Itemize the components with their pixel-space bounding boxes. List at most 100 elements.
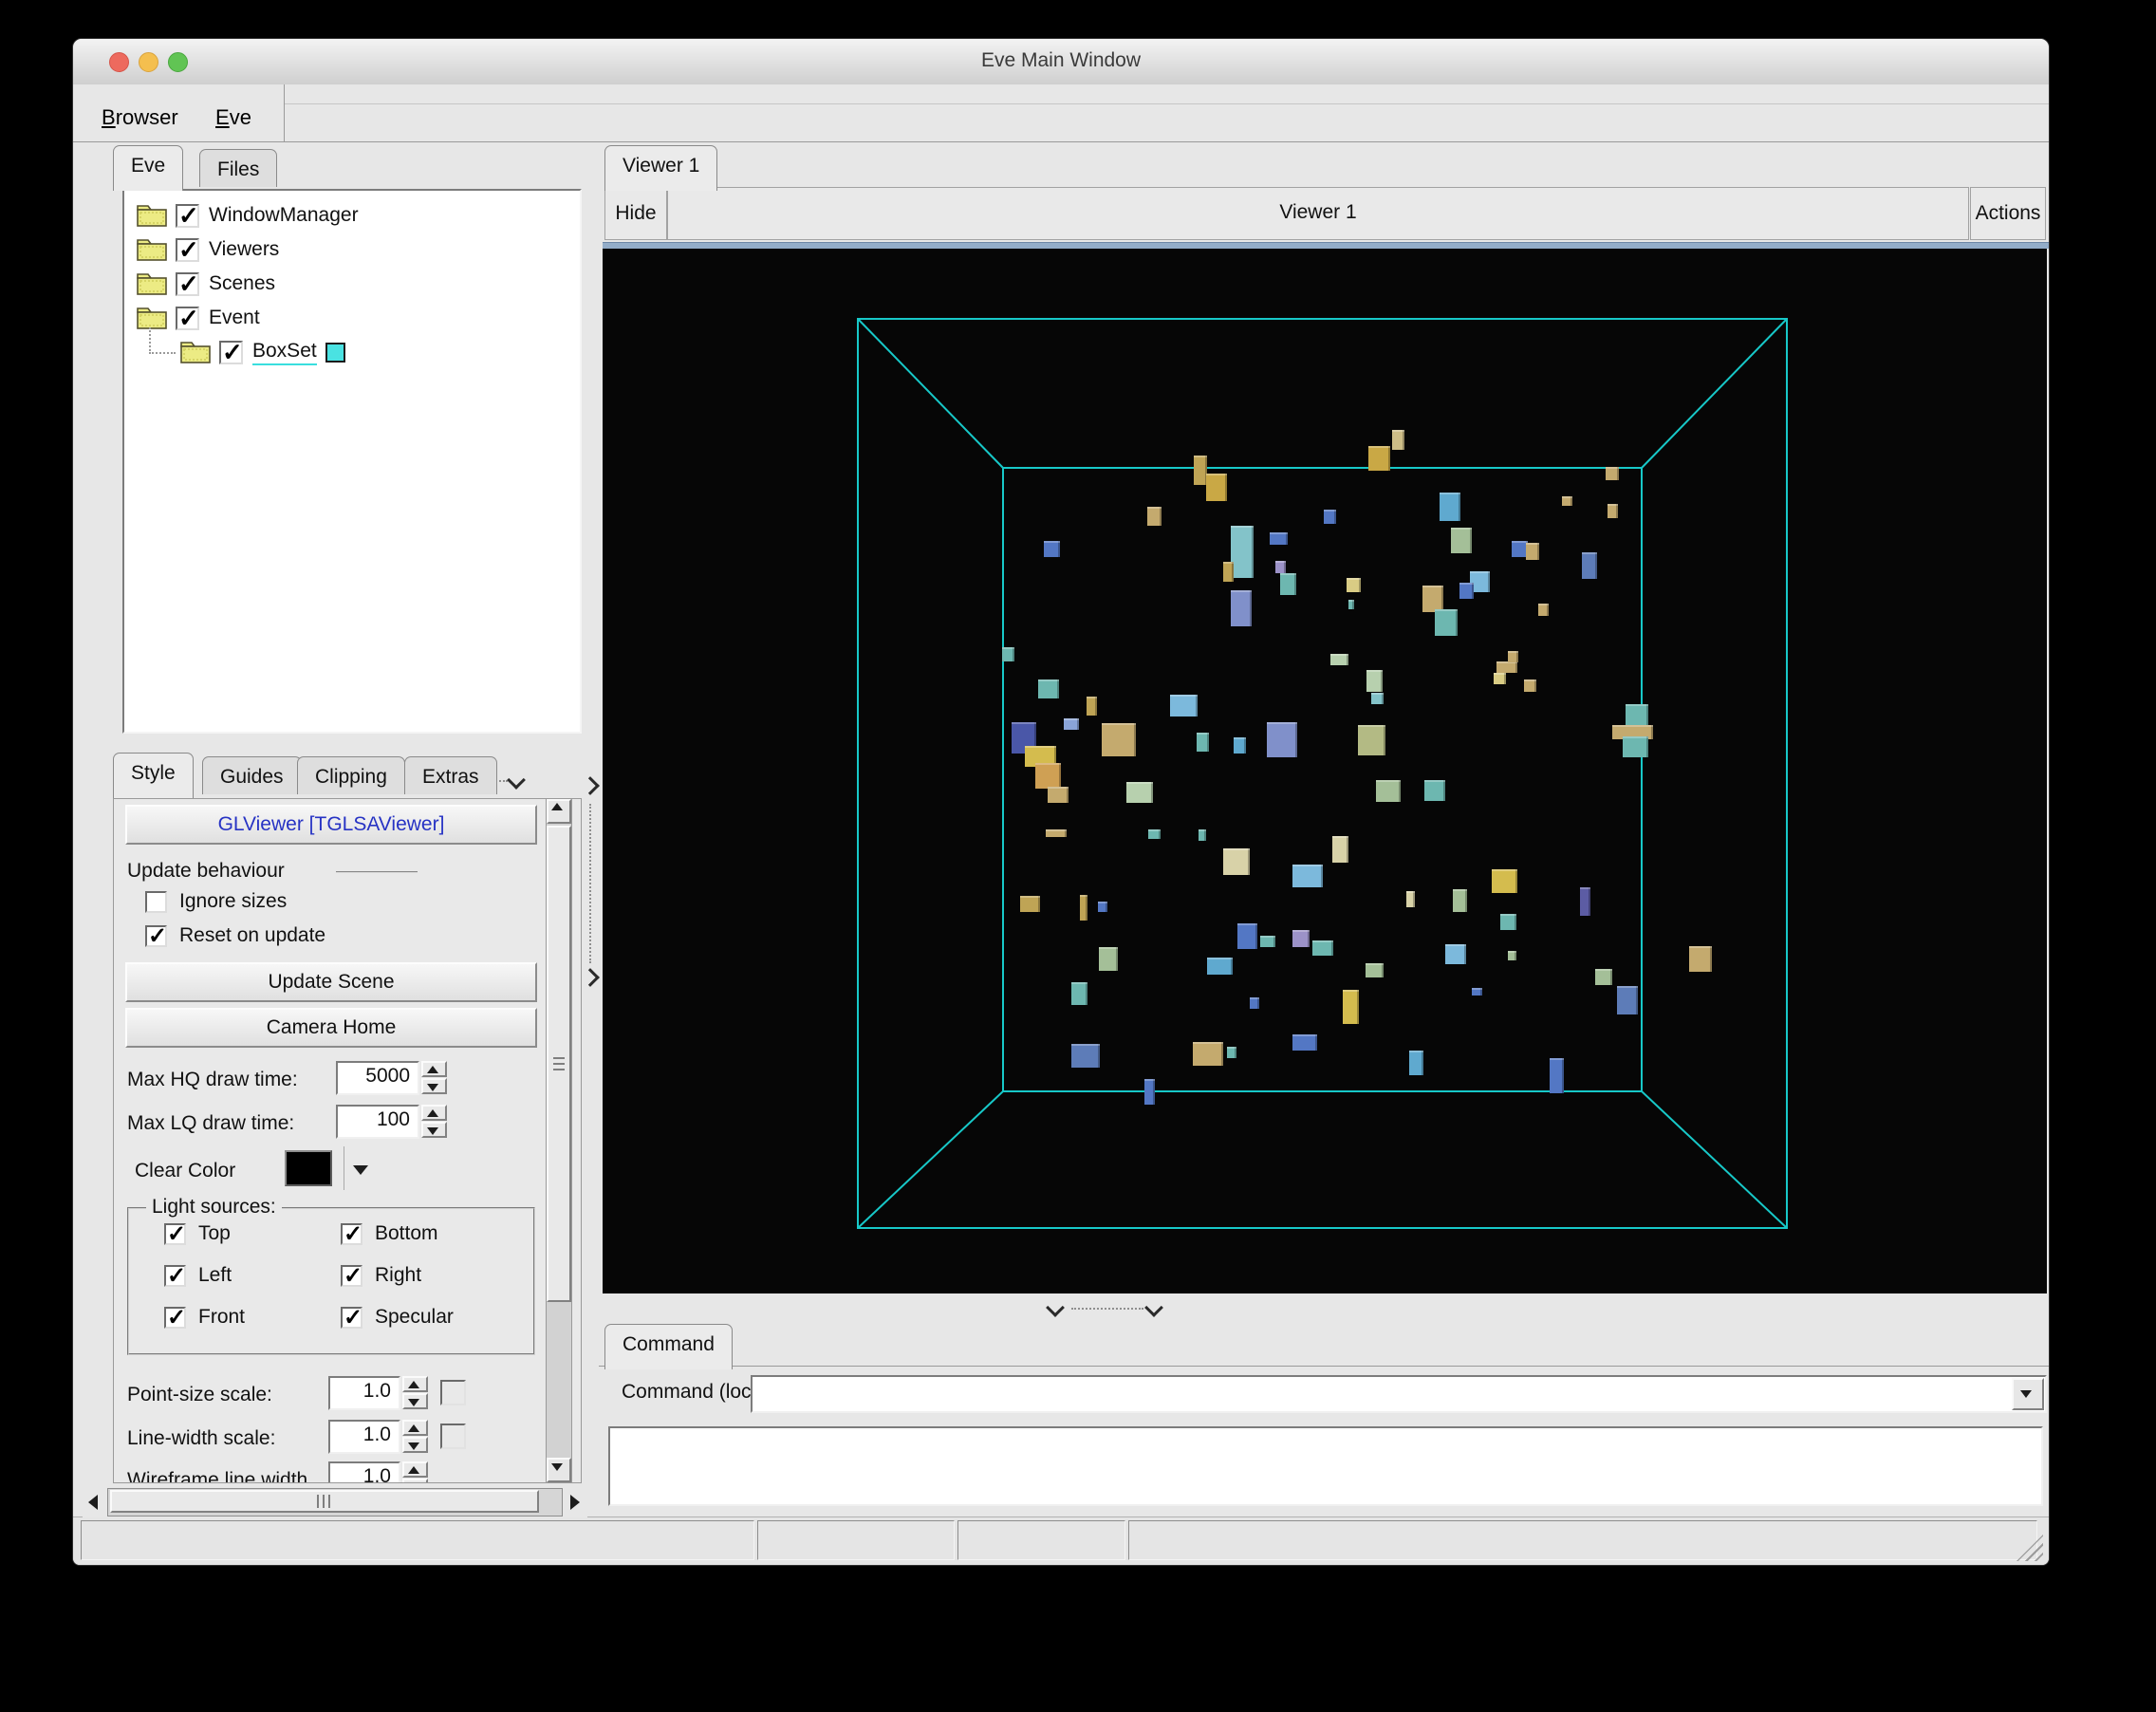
scene-box (1440, 493, 1460, 521)
hscrollbar-thumb[interactable] (110, 1490, 539, 1513)
spin-down-button[interactable] (421, 1078, 447, 1094)
light-top-row[interactable]: Top (152, 1220, 231, 1248)
light-right-row[interactable]: Right (328, 1262, 421, 1290)
max-hq-entry[interactable]: 5000 (336, 1061, 419, 1095)
ignore-sizes-checkbox-row[interactable]: Ignore sizes (133, 890, 287, 913)
max-hq-spinner[interactable] (421, 1061, 447, 1094)
clear-color-swatch[interactable] (285, 1150, 332, 1186)
tab-clipping[interactable]: Clipping (297, 756, 405, 794)
left-panel-hscrollbar[interactable] (83, 1487, 587, 1517)
tab-eve[interactable]: Eve (113, 145, 184, 191)
menu-eve[interactable]: Eve (215, 105, 251, 130)
vsplitter-arrow-bottom[interactable] (581, 968, 600, 987)
wireframe-width-entry[interactable]: 1.0 (328, 1461, 400, 1482)
dock-handle-bar[interactable] (603, 242, 2049, 249)
tree-item-checkbox[interactable] (176, 270, 199, 299)
hide-button[interactable]: Hide (604, 187, 667, 240)
light-front-checkbox[interactable] (164, 1304, 186, 1331)
spin-up-button[interactable] (402, 1461, 428, 1478)
command-dropdown-button[interactable] (2012, 1378, 2044, 1410)
tree-item-label[interactable]: WindowManager (209, 204, 359, 227)
wireframe-width-spinner[interactable] (402, 1461, 428, 1482)
vsplitter-dots[interactable] (589, 804, 591, 963)
tab-style[interactable]: Style (113, 753, 194, 798)
ignore-sizes-checkbox[interactable] (145, 890, 167, 913)
tree-item-checkbox[interactable] (176, 201, 199, 231)
command-output-area[interactable] (608, 1426, 2043, 1506)
vsplitter-arrow-top[interactable] (581, 776, 600, 795)
tree-item-checkbox[interactable] (176, 304, 199, 333)
scene-box (1099, 947, 1118, 971)
scene-box (1368, 446, 1390, 471)
light-specular-row[interactable]: Specular (328, 1304, 454, 1331)
spin-up-button[interactable] (402, 1420, 428, 1436)
point-size-spinner[interactable] (402, 1376, 428, 1409)
tree-item-viewers[interactable]: Viewers (124, 233, 580, 267)
reset-on-update-checkbox-row[interactable]: Reset on update (133, 922, 325, 950)
light-left-checkbox[interactable] (164, 1262, 186, 1290)
color-swatch[interactable] (325, 342, 345, 363)
splitter-arrow-right[interactable] (507, 771, 526, 790)
tree-item-boxset[interactable]: BoxSet (124, 327, 580, 369)
reset-on-update-checkbox[interactable] (145, 922, 167, 950)
spin-down-button[interactable] (402, 1393, 428, 1409)
spin-down-button[interactable] (402, 1437, 428, 1453)
tab-files[interactable]: Files (199, 149, 278, 187)
hsplitter-dots[interactable] (1071, 1308, 1143, 1310)
actions-button[interactable]: Actions (1970, 187, 2046, 240)
tab-extras[interactable]: Extras (404, 756, 497, 794)
tab-command[interactable]: Command (604, 1324, 733, 1369)
light-front-row[interactable]: Front (152, 1304, 245, 1331)
light-top-checkbox[interactable] (164, 1220, 186, 1248)
scene-box (1223, 562, 1234, 582)
tree-item-scenes[interactable]: Scenes (124, 267, 580, 301)
scene-box (1102, 723, 1136, 756)
clear-color-label: Clear Color (135, 1160, 236, 1182)
spin-down-button[interactable] (402, 1479, 428, 1482)
update-scene-button[interactable]: Update Scene (125, 962, 537, 1002)
tree-item-checkbox[interactable] (176, 235, 199, 265)
line-width-checkbox[interactable] (440, 1424, 466, 1449)
hsplitter-arrow-right[interactable] (1144, 1298, 1163, 1317)
tree-item-windowmanager[interactable]: WindowManager (124, 198, 580, 233)
command-input[interactable] (751, 1375, 2047, 1413)
spin-up-button[interactable] (421, 1105, 447, 1121)
point-size-entry[interactable]: 1.0 (328, 1376, 400, 1410)
scene-box (1406, 891, 1415, 907)
hscrollbar-track[interactable] (107, 1488, 563, 1517)
light-bottom-checkbox[interactable] (341, 1220, 362, 1248)
line-width-spinner[interactable] (402, 1420, 428, 1453)
spin-up-button[interactable] (421, 1061, 447, 1077)
tree-item-event[interactable]: Event (124, 301, 580, 335)
tree-item-checkbox[interactable] (219, 338, 243, 367)
max-lq-spinner[interactable] (421, 1105, 447, 1138)
point-size-checkbox[interactable] (440, 1380, 466, 1405)
scrollbar-thumb[interactable] (547, 826, 571, 1302)
style-panel-scrollbar[interactable] (546, 798, 572, 1483)
glviewer-link-button[interactable]: GLViewer [TGLSAViewer] (125, 805, 537, 845)
tree-item-label[interactable]: Viewers (209, 238, 279, 261)
tab-guides[interactable]: Guides (202, 756, 302, 794)
light-right-checkbox[interactable] (341, 1262, 362, 1290)
max-lq-entry[interactable]: 100 (336, 1105, 419, 1139)
light-left-row[interactable]: Left (152, 1262, 232, 1290)
scroll-up-button[interactable] (547, 799, 571, 824)
camera-home-button[interactable]: Camera Home (125, 1008, 537, 1048)
light-specular-checkbox[interactable] (341, 1304, 362, 1331)
tree-item-label[interactable]: Scenes (209, 272, 275, 295)
line-width-entry[interactable]: 1.0 (328, 1420, 400, 1454)
tree-item-label[interactable]: Event (209, 307, 260, 329)
menu-browser[interactable]: Browser (102, 105, 178, 130)
scroll-right-button[interactable] (563, 1490, 587, 1515)
tab-viewer-1[interactable]: Viewer 1 (604, 145, 718, 191)
gl-viewport[interactable] (603, 249, 2047, 1293)
clear-color-dropdown-icon[interactable] (353, 1165, 368, 1175)
scroll-left-button[interactable] (83, 1490, 107, 1515)
hsplitter-arrow-left[interactable] (1046, 1298, 1065, 1317)
tree-item-label[interactable]: BoxSet (252, 340, 317, 365)
spin-down-button[interactable] (421, 1122, 447, 1138)
scroll-down-button[interactable] (547, 1458, 571, 1482)
light-bottom-row[interactable]: Bottom (328, 1220, 438, 1248)
scene-box (1358, 725, 1385, 755)
spin-up-button[interactable] (402, 1376, 428, 1392)
